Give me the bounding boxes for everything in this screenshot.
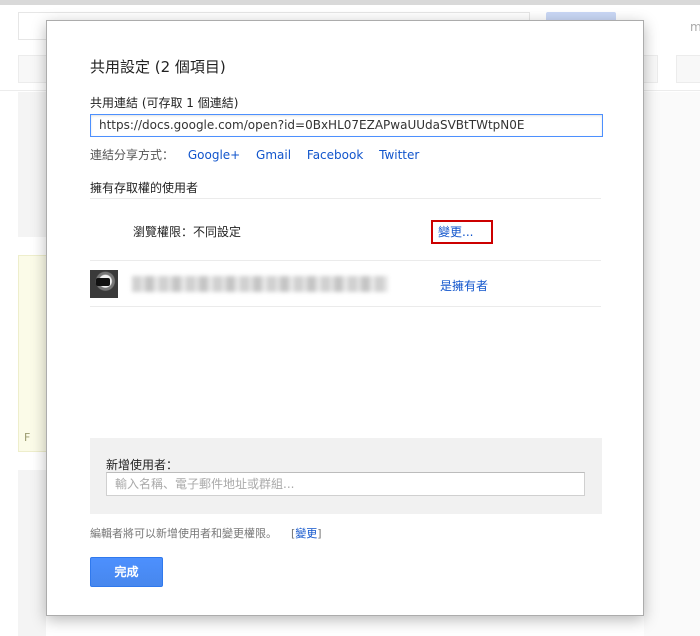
owner-row-divider — [90, 306, 601, 307]
owner-name-email-blurred — [132, 276, 388, 292]
share-gmail-link[interactable]: Gmail — [256, 148, 291, 162]
app-left-panel — [18, 92, 46, 237]
change-permission-link[interactable]: 變更... — [431, 220, 493, 244]
user-avatar-icon — [90, 270, 118, 298]
share-google-plus-link[interactable]: Google+ — [188, 148, 240, 162]
share-link-url-input[interactable] — [90, 114, 603, 137]
add-user-label: 新增使用者： — [106, 458, 179, 472]
avatar-image-detail — [96, 278, 110, 286]
access-header-divider — [90, 198, 601, 199]
footnote-bracket-close: ] — [317, 527, 322, 540]
permission-row-divider — [90, 260, 601, 261]
sharing-settings-dialog: 共用設定 (2 個項目) 共用連結 (可存取 1 個連結) 連結分享方式： Go… — [46, 20, 644, 616]
add-user-input[interactable] — [106, 472, 585, 496]
share-via-label: 連結分享方式： — [90, 148, 175, 162]
change-editor-permission-link[interactable]: 變更 — [295, 527, 317, 540]
share-link-label: 共用連結 (可存取 1 個連結) — [90, 96, 239, 110]
add-user-panel: 新增使用者： — [90, 438, 602, 514]
owner-role-label: 是擁有者 — [440, 279, 489, 293]
editor-permission-text: 編輯者將可以新增使用者和變更權限。 — [90, 527, 277, 540]
access-list-header: 擁有存取權的使用者 — [90, 181, 199, 195]
done-button[interactable]: 完成 — [90, 557, 163, 587]
app-header-text: m — [690, 20, 700, 34]
app-right-panel — [644, 92, 700, 636]
share-twitter-link[interactable]: Twitter — [379, 148, 419, 162]
app-top-bar — [0, 0, 700, 5]
permission-label: 瀏覽權限：不同設定 — [133, 225, 242, 239]
app-file-card — [18, 255, 48, 452]
dialog-title: 共用設定 (2 個項目) — [90, 58, 226, 76]
share-via-row: 連結分享方式： Google+ Gmail Facebook Twitter — [90, 146, 419, 163]
app-view-toggle — [676, 55, 700, 83]
editor-permission-note: 編輯者將可以新增使用者和變更權限。 [變更] — [90, 525, 322, 541]
share-facebook-link[interactable]: Facebook — [307, 148, 363, 162]
app-file-card-label: F — [24, 431, 31, 444]
app-left-panel-lower — [18, 470, 46, 636]
